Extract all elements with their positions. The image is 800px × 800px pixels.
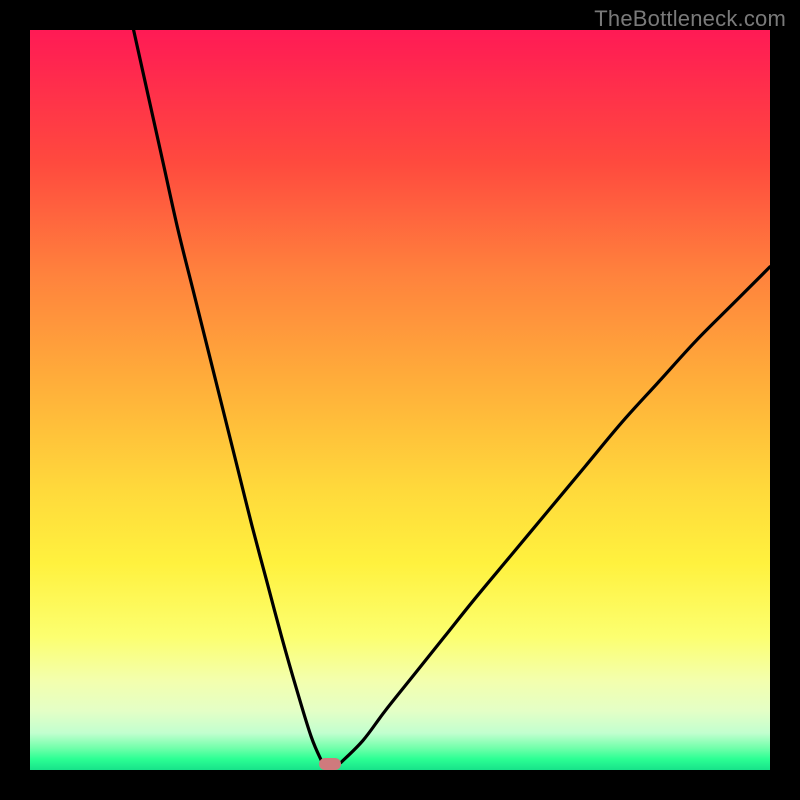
minimum-marker (319, 758, 341, 770)
chart-curve-svg (30, 30, 770, 770)
watermark-text: TheBottleneck.com (594, 6, 786, 32)
chart-frame (30, 30, 770, 770)
curve-left-branch (134, 30, 323, 763)
curve-right-branch (341, 267, 770, 763)
